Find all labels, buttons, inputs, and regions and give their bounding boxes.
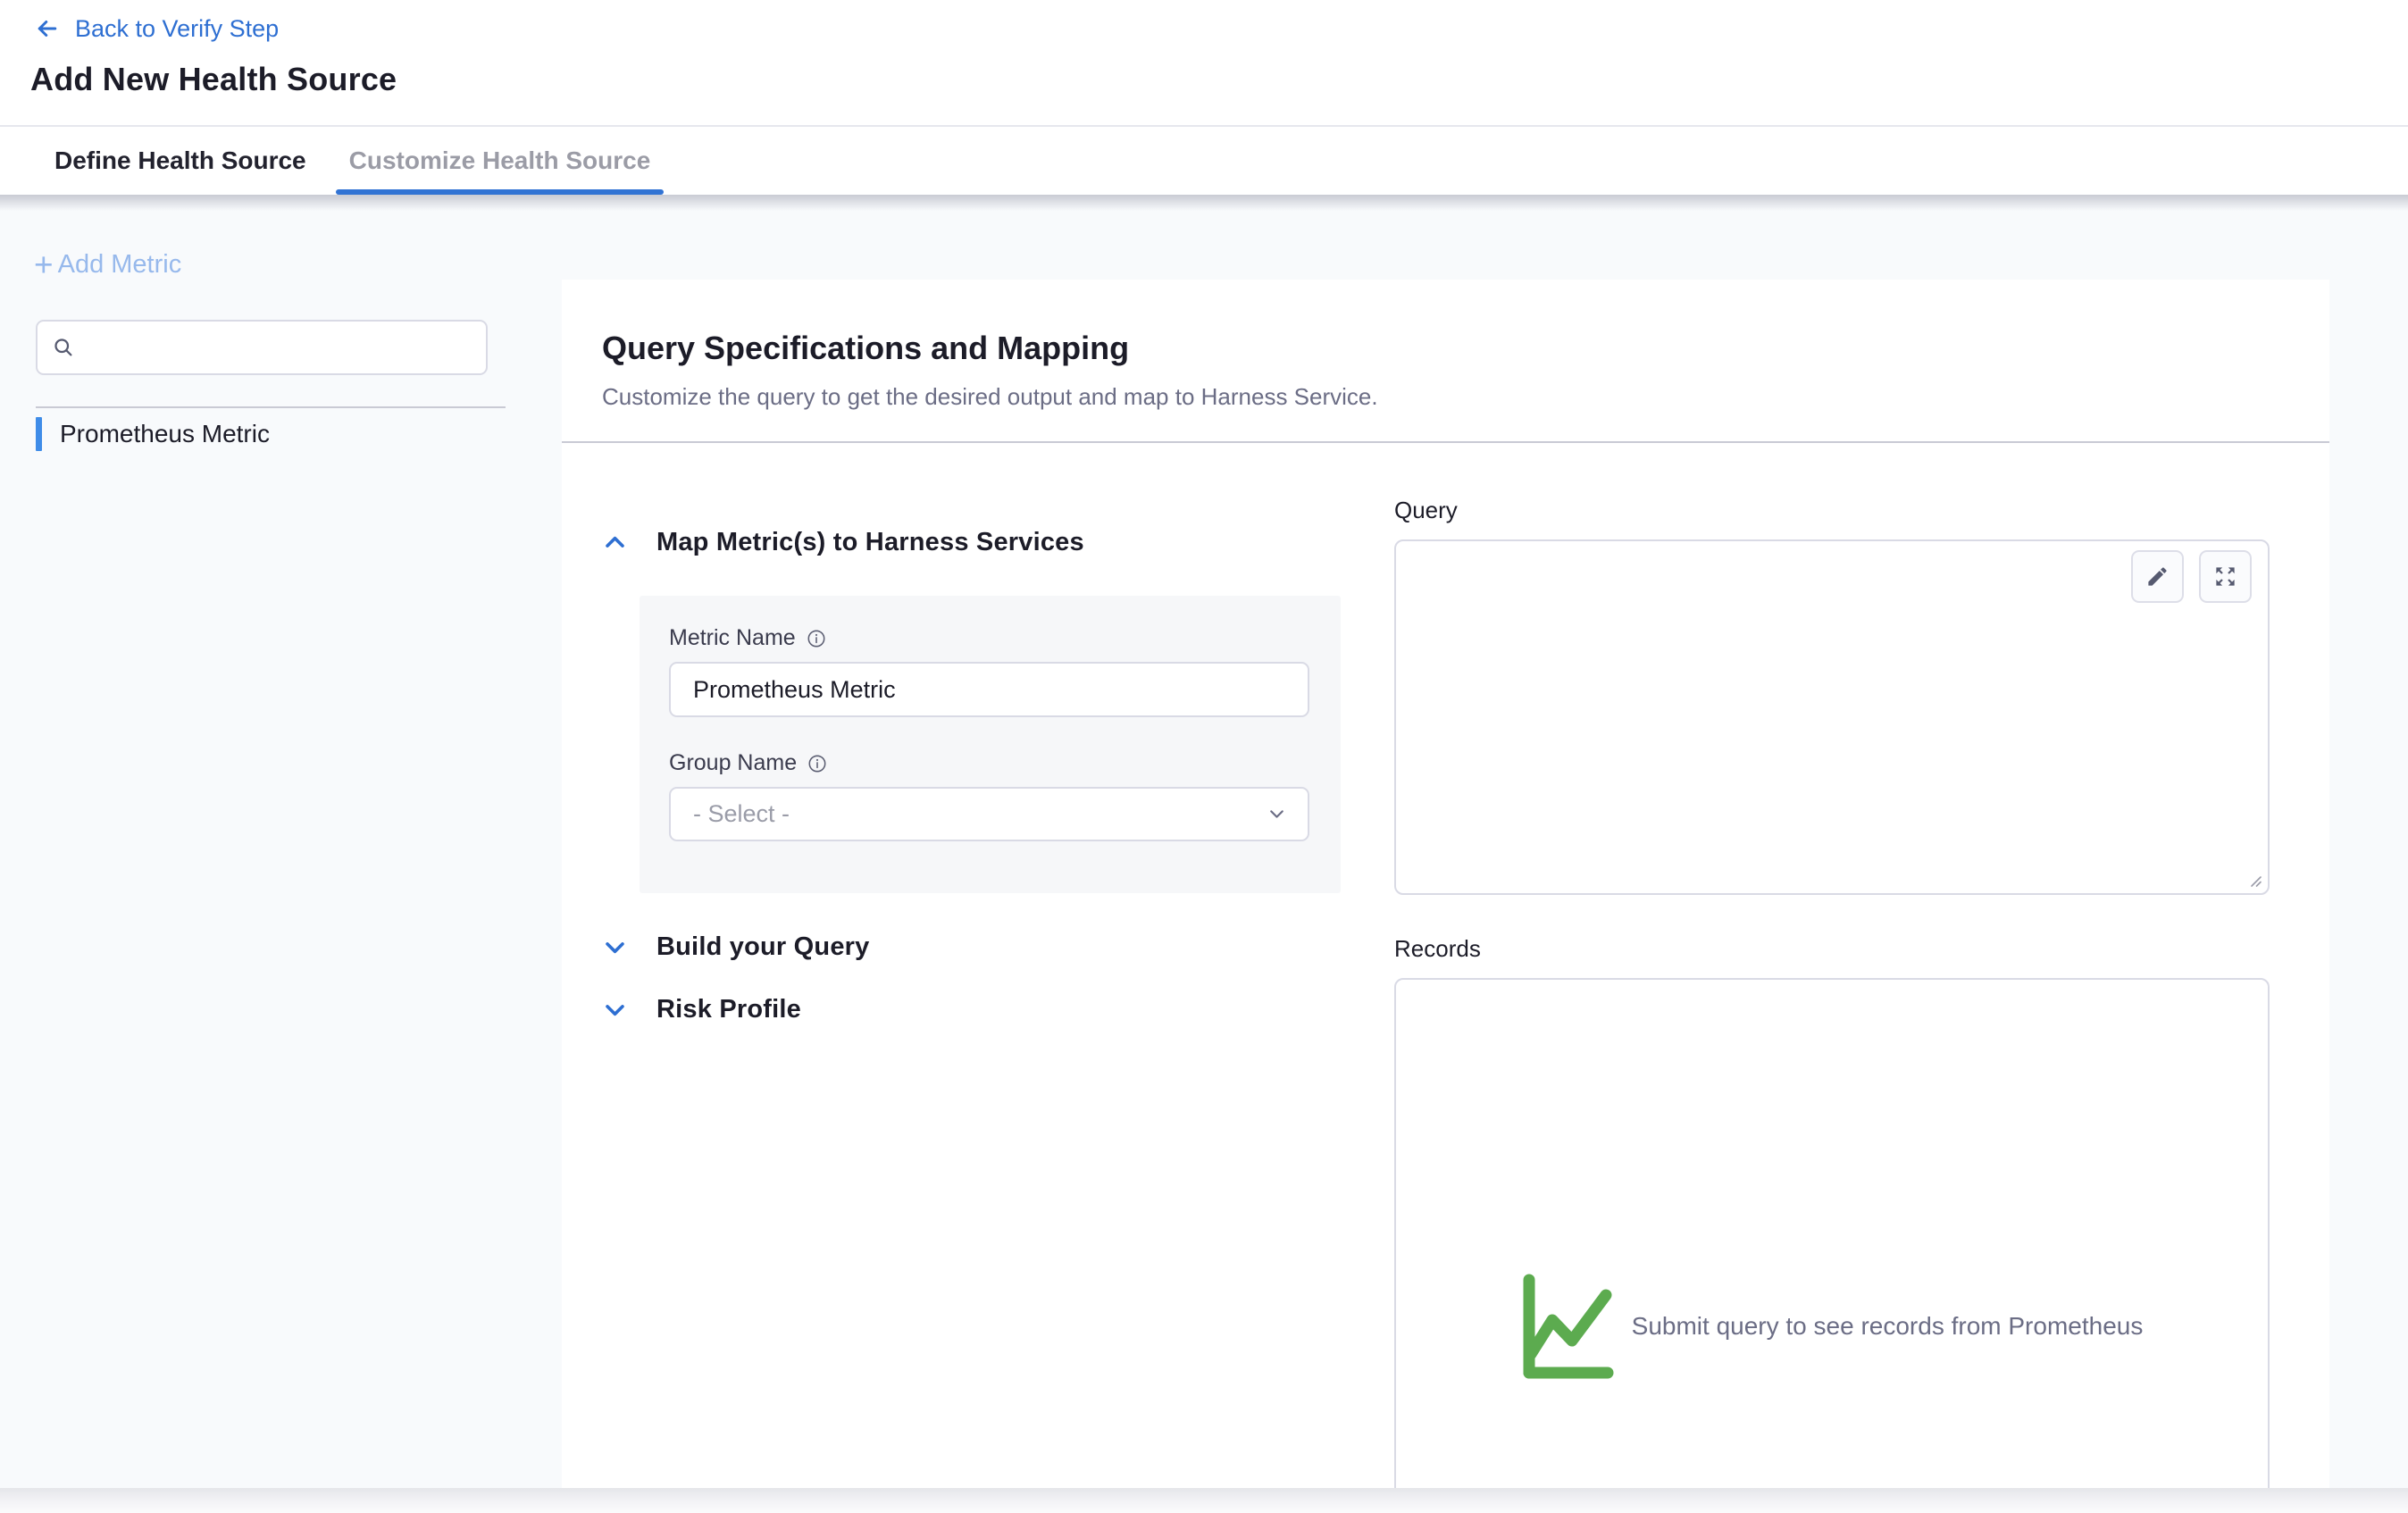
tab-define-health-source[interactable]: Define Health Source <box>41 127 320 195</box>
edit-query-button[interactable] <box>2131 550 2184 603</box>
tab-bar: Define Health Source Customize Health So… <box>41 127 664 195</box>
resize-handle[interactable] <box>2245 871 2263 889</box>
chevron-down-icon <box>602 934 628 960</box>
info-icon <box>807 629 826 648</box>
query-actions <box>2131 550 2252 603</box>
search-icon <box>52 336 76 360</box>
panel-divider <box>562 441 2329 443</box>
records-empty-state: Submit query to see records from Prometh… <box>1521 1274 2144 1379</box>
metric-name-input[interactable] <box>669 662 1309 717</box>
metric-name-label: Metric Name <box>669 625 796 651</box>
chevron-down-icon <box>602 997 628 1023</box>
pencil-icon <box>2145 564 2170 589</box>
tab-customize-health-source[interactable]: Customize Health Source <box>336 127 665 195</box>
group-name-select[interactable]: - Select - <box>669 787 1309 841</box>
metrics-sidebar: + Add Metric Prometheus Metric <box>0 195 562 1513</box>
section-risk-profile-header[interactable]: Risk Profile <box>602 991 1370 1027</box>
metric-list-item-prometheus[interactable]: Prometheus Metric <box>36 416 518 452</box>
section-risk-profile-label: Risk Profile <box>656 995 801 1024</box>
expand-icon <box>2213 564 2237 589</box>
metric-mapping-card: Metric Name Group Name <box>640 596 1341 893</box>
chevron-down-icon <box>1266 803 1288 825</box>
back-link[interactable]: Back to Verify Step <box>32 13 279 45</box>
content-area: + Add Metric Prometheus Metric Query Spe… <box>0 195 2408 1513</box>
query-label: Query <box>1394 497 2273 524</box>
group-name-select-value: - Select - <box>693 800 790 828</box>
group-name-label: Group Name <box>669 750 797 776</box>
section-map-metrics-label: Map Metric(s) to Harness Services <box>656 528 1084 557</box>
line-chart-icon <box>1521 1274 1614 1379</box>
panel-subtitle: Customize the query to get the desired o… <box>602 383 1378 411</box>
metric-item-label: Prometheus Metric <box>60 420 270 448</box>
section-build-your-query-label: Build your Query <box>656 932 869 962</box>
header: Back to Verify Step Add New Health Sourc… <box>0 0 2408 195</box>
add-metric-label: Add Metric <box>58 250 182 280</box>
tab-define-label: Define Health Source <box>54 146 306 175</box>
section-map-metrics-header[interactable]: Map Metric(s) to Harness Services <box>602 524 1370 560</box>
tab-customize-label: Customize Health Source <box>349 146 651 175</box>
metric-name-label-row: Metric Name <box>669 625 1311 651</box>
metric-search-input[interactable] <box>87 334 472 362</box>
query-textarea[interactable] <box>1394 539 2270 895</box>
records-panel: Submit query to see records from Prometh… <box>1394 978 2270 1513</box>
back-arrow-icon <box>32 15 63 42</box>
group-name-label-row: Group Name <box>669 750 1311 776</box>
back-link-label: Back to Verify Step <box>75 15 279 43</box>
sidebar-divider <box>36 406 506 408</box>
metric-search-box[interactable] <box>36 320 488 375</box>
footer-strip <box>0 1488 2408 1513</box>
query-specifications-panel: Query Specifications and Mapping Customi… <box>562 280 2329 1513</box>
info-icon <box>807 754 827 773</box>
page-title: Add New Health Source <box>30 61 397 98</box>
expand-query-button[interactable] <box>2199 550 2252 603</box>
records-empty-text: Submit query to see records from Prometh… <box>1632 1312 2144 1341</box>
page: Back to Verify Step Add New Health Sourc… <box>0 0 2408 1513</box>
plus-icon: + <box>34 253 54 278</box>
query-records-column: Query <box>1394 497 2273 1513</box>
section-build-your-query-header[interactable]: Build your Query <box>602 929 1370 965</box>
add-metric-button[interactable]: + Add Metric <box>34 250 181 280</box>
selected-indicator-bar <box>36 417 42 451</box>
panel-title: Query Specifications and Mapping <box>602 330 1129 367</box>
mapping-form-column: Map Metric(s) to Harness Services Metric… <box>602 524 1370 1027</box>
records-label: Records <box>1394 935 2273 963</box>
active-tab-underline <box>336 189 665 195</box>
chevron-up-icon <box>602 530 628 556</box>
